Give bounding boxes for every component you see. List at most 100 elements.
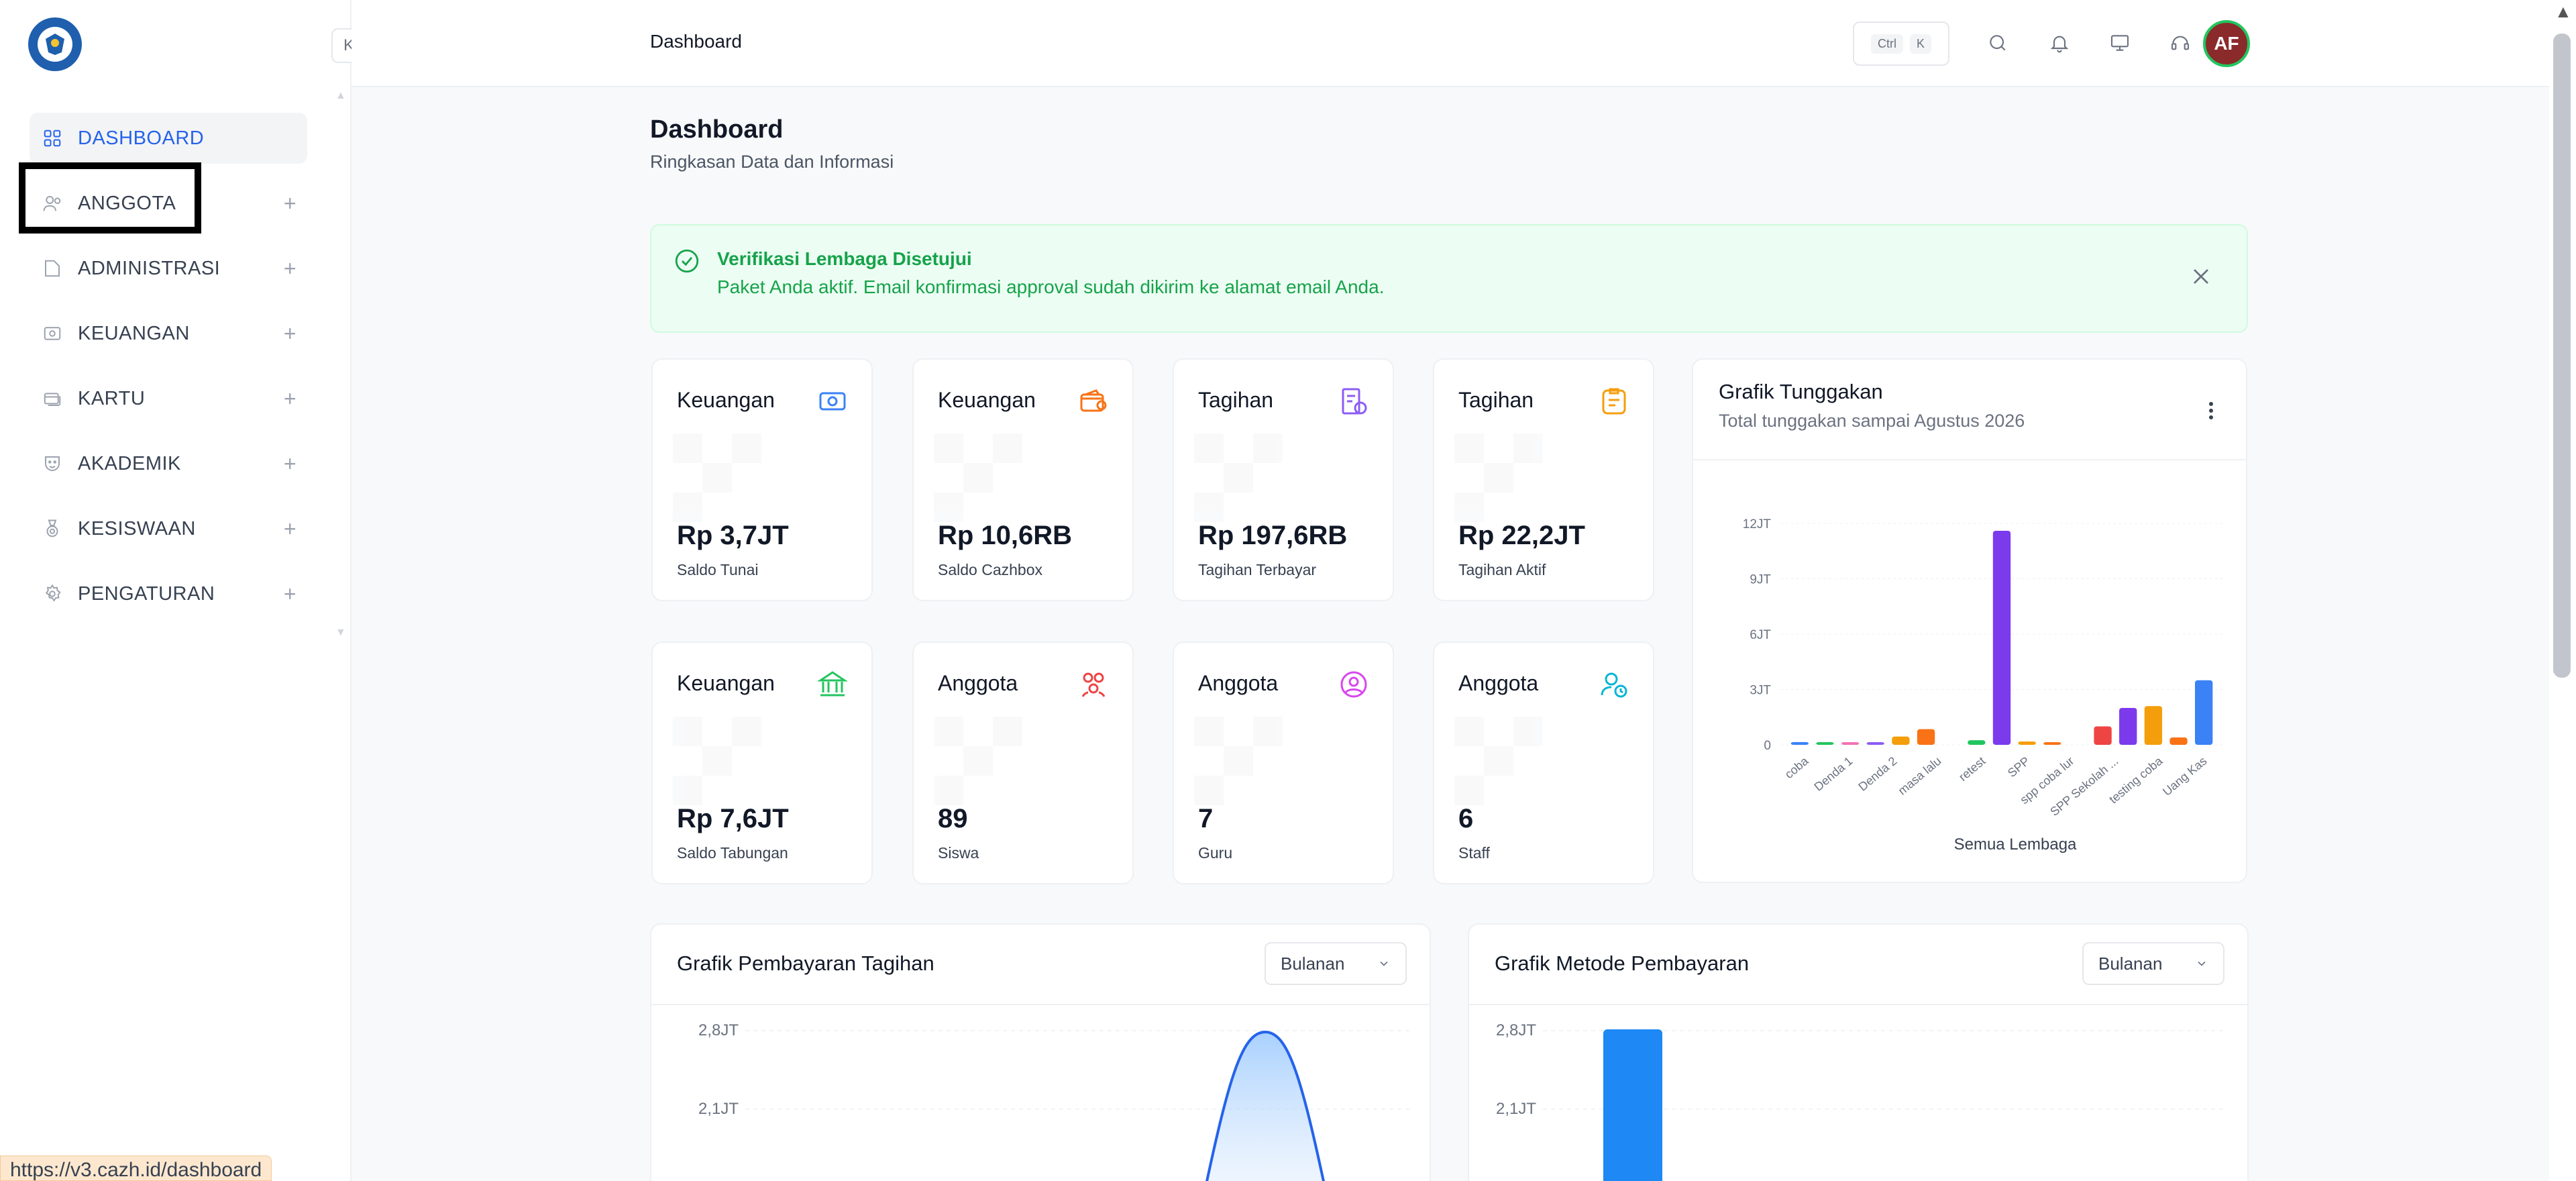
stat-card[interactable]: Anggota 7 Guru bbox=[1173, 641, 1394, 884]
panel-divider bbox=[1693, 459, 2246, 460]
sidebar-item-label: ADMINISTRASI bbox=[78, 257, 221, 279]
card-pattern bbox=[1194, 433, 1295, 534]
medal-icon bbox=[40, 517, 64, 541]
verification-alert: Verifikasi Lembaga Disetujui Paket Anda … bbox=[650, 224, 2248, 333]
x-tick-label: Denda 1 bbox=[1811, 754, 1855, 794]
bar bbox=[1892, 736, 1910, 745]
tunggakan-bar-chart: 0 3JT 6JT 9JT 12JT coba Denda 1 Denda 2masa lal… bbox=[1743, 517, 2223, 854]
x-tick-label: Uang Kas bbox=[2160, 754, 2209, 799]
card-value: 7 bbox=[1198, 804, 1214, 833]
expand-plus-icon[interactable]: + bbox=[284, 518, 297, 540]
close-icon[interactable] bbox=[2188, 263, 2214, 290]
chevron-down-icon bbox=[1377, 957, 1391, 970]
sidebar-item-label: KEUANGAN bbox=[78, 322, 190, 344]
tunggakan-chart-panel: Grafik Tunggakan Total tunggakan sampai … bbox=[1692, 358, 2247, 883]
sidebar-item-kartu[interactable]: KARTU + bbox=[30, 373, 307, 424]
alert-message: Paket Anda aktif. Email konfirmasi appro… bbox=[717, 276, 1385, 297]
user-avatar[interactable]: AF bbox=[2203, 20, 2250, 67]
focus-highlight-box bbox=[19, 162, 201, 234]
school-logo[interactable] bbox=[28, 17, 82, 71]
bank-icon bbox=[816, 668, 849, 701]
expand-plus-icon[interactable]: + bbox=[284, 323, 297, 344]
bar bbox=[1992, 531, 2011, 745]
monitor-icon[interactable] bbox=[2106, 30, 2133, 56]
card-value: Rp 7,6JT bbox=[677, 804, 789, 833]
stat-card[interactable]: Tagihan Rp 22,2JT Tagihan Aktif bbox=[1433, 358, 1654, 601]
y-tick-label: 6JT bbox=[1750, 628, 1771, 642]
logo-emblem-icon bbox=[38, 27, 72, 62]
sidebar-item-dashboard[interactable]: DASHBOARD bbox=[30, 113, 307, 164]
kbd-k: K bbox=[1909, 34, 1931, 54]
card-title: Anggota bbox=[1198, 671, 1279, 695]
select-value: Bulanan bbox=[1281, 953, 1345, 974]
sidebar-item-label: KARTU bbox=[78, 387, 146, 409]
card-title: Tagihan bbox=[1458, 388, 1534, 412]
stat-card[interactable]: Keuangan Rp 7,6JT Saldo Tabungan bbox=[651, 641, 873, 884]
sidebar-scroll-down-icon[interactable]: ▼ bbox=[335, 627, 349, 640]
card-pattern bbox=[1194, 717, 1295, 817]
period-select[interactable]: Bulanan bbox=[2082, 942, 2224, 985]
card-label: Staff bbox=[1458, 844, 1490, 862]
expand-plus-icon[interactable]: + bbox=[284, 258, 297, 279]
scroll-up-arrow-icon[interactable]: ▲ bbox=[2555, 1, 2572, 22]
teacher-icon bbox=[1338, 668, 1370, 701]
expand-plus-icon[interactable]: + bbox=[284, 388, 297, 409]
panel-title: Grafik Tunggakan bbox=[1719, 380, 1883, 403]
stat-card[interactable]: Anggota 89 Siswa bbox=[912, 641, 1134, 884]
panel-title: Grafik Pembayaran Tagihan bbox=[677, 952, 934, 975]
search-icon[interactable] bbox=[1984, 30, 2011, 56]
sidebar-item-label: AKADEMIK bbox=[78, 452, 181, 474]
stat-card[interactable]: Keuangan Rp 10,6RB Saldo Cazhbox bbox=[912, 358, 1134, 601]
page-scrollbar-thumb[interactable] bbox=[2553, 34, 2571, 678]
sidebar-item-akademik[interactable]: AKADEMIK + bbox=[30, 438, 307, 489]
metode-chart-panel: Grafik Metode Pembayaran Bulanan 2,8JT 2… bbox=[1468, 923, 2249, 1181]
invoice-active-icon bbox=[1598, 385, 1630, 417]
x-axis-label: Semua Lembaga bbox=[1954, 835, 2077, 854]
period-select[interactable]: Bulanan bbox=[1265, 942, 1407, 985]
expand-plus-icon[interactable]: + bbox=[284, 193, 297, 214]
pembayaran-chart-panel: Grafik Pembayaran Tagihan Bulanan 2,8JT … bbox=[650, 923, 1431, 1181]
card-value: Rp 3,7JT bbox=[677, 521, 789, 550]
stat-card[interactable]: Keuangan Rp 3,7JT Saldo Tunai bbox=[651, 358, 873, 601]
bar bbox=[2119, 708, 2137, 745]
sidebar-item-pengaturan[interactable]: PENGATURAN + bbox=[30, 568, 307, 619]
y-tick-label: 0 bbox=[1764, 739, 1771, 753]
stat-card[interactable]: Anggota 6 Staff bbox=[1433, 641, 1654, 884]
sidebar-item-label: PENGATURAN bbox=[78, 582, 215, 605]
sidebar-item-administrasi[interactable]: ADMINISTRASI + bbox=[30, 243, 307, 294]
breadcrumb[interactable]: Dashboard bbox=[650, 31, 742, 52]
card-label: Saldo Cazhbox bbox=[938, 561, 1042, 578]
grid-icon bbox=[40, 126, 64, 150]
more-vertical-icon[interactable] bbox=[2203, 397, 2219, 424]
sidebar-scroll-up-icon[interactable]: ▲ bbox=[335, 90, 349, 103]
card-label: Saldo Tunai bbox=[677, 561, 759, 578]
command-palette-button[interactable]: Ctrl K bbox=[1853, 21, 1949, 66]
card-pattern bbox=[934, 717, 1034, 817]
stat-card[interactable]: Tagihan Rp 197,6RB Tagihan Terbayar bbox=[1173, 358, 1394, 601]
card-title: Tagihan bbox=[1198, 388, 1274, 412]
students-icon bbox=[1077, 668, 1110, 701]
bar bbox=[2195, 680, 2213, 745]
card-value: Rp 197,6RB bbox=[1198, 521, 1348, 550]
page-subtitle: Ringkasan Data dan Informasi bbox=[650, 152, 894, 172]
bar bbox=[1790, 741, 1809, 745]
card-value: Rp 22,2JT bbox=[1458, 521, 1585, 550]
card-label: Saldo Tabungan bbox=[677, 844, 788, 862]
card-title: Keuangan bbox=[677, 671, 775, 695]
bar bbox=[2043, 742, 2061, 745]
support-icon[interactable] bbox=[2167, 30, 2194, 56]
bell-icon[interactable] bbox=[2046, 30, 2073, 56]
alert-title: Verifikasi Lembaga Disetujui bbox=[717, 248, 972, 269]
top-bar: Dashboard Ctrl K AF bbox=[352, 0, 2549, 87]
bar bbox=[1917, 729, 1935, 745]
expand-plus-icon[interactable]: + bbox=[284, 453, 297, 474]
mask-icon bbox=[40, 452, 64, 476]
bar bbox=[1866, 742, 1884, 745]
sidebar-item-keuangan[interactable]: KEUANGAN + bbox=[30, 308, 307, 359]
panel-subtitle: Total tunggakan sampai Agustus 2026 bbox=[1719, 411, 2025, 431]
expand-plus-icon[interactable]: + bbox=[284, 583, 297, 605]
x-tick-label: coba bbox=[1782, 754, 1812, 781]
kbd-ctrl: Ctrl bbox=[1870, 34, 1903, 54]
sidebar-item-kesiswaan[interactable]: KESISWAAN + bbox=[30, 503, 307, 554]
card-icon bbox=[40, 387, 64, 411]
